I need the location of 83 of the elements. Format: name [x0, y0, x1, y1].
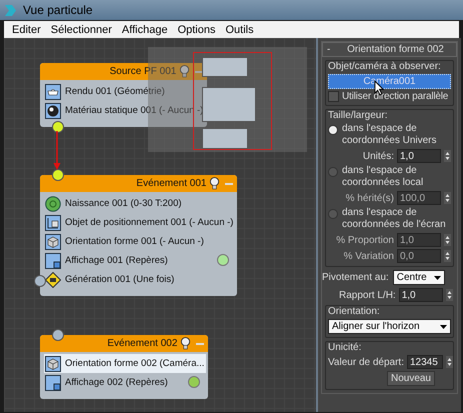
operator-row[interactable]: Objet de positionnement 001 (- Aucun -)	[44, 213, 236, 232]
display-icon	[45, 252, 61, 268]
radio-button[interactable]	[328, 125, 338, 135]
bulb-icon[interactable]	[180, 337, 192, 350]
spinner-icon[interactable]	[444, 150, 451, 162]
menu-item[interactable]: Outils	[220, 24, 259, 36]
spinner-icon[interactable]	[446, 289, 453, 301]
spinner-label: % Proportion	[336, 234, 394, 246]
operator-row[interactable]: Orientation forme 002 (Caméra...	[44, 354, 206, 373]
spinner-icon[interactable]	[444, 250, 451, 262]
checkbox-label: Utiliser direction parallèle	[342, 91, 448, 102]
dropdown[interactable]: Centre	[392, 270, 445, 285]
operator-row[interactable]: Affichage 002 (Repères)	[44, 373, 206, 392]
operator-label: Objet de positionnement 001 (- Aucun -)	[65, 217, 234, 228]
menu-item[interactable]: Sélectionner	[46, 24, 117, 36]
viewport-frame[interactable]	[193, 52, 272, 150]
operator-row[interactable]: Naissance 001 (0-30 T:200)	[44, 194, 236, 213]
new-button[interactable]: Nouveau	[386, 371, 435, 386]
number-field[interactable]: 1,0	[397, 149, 441, 163]
number-field[interactable]: 1,0	[398, 288, 443, 302]
operator-label: Orientation forme 002 (Caméra...	[65, 358, 204, 369]
operator-label: Rendu 001 (Géométrie)	[65, 86, 165, 97]
spinner-icon[interactable]	[446, 356, 453, 368]
window-title: Vue particule	[23, 3, 93, 17]
display-icon	[45, 374, 61, 390]
wire-arrow	[52, 131, 62, 171]
operator-label: Affichage 002 (Repères)	[65, 377, 168, 388]
operator-label: Affichage 001 (Repères)	[65, 255, 168, 266]
node-card[interactable]: Evénement 001 Naissance 001 (0-30 T:200) Objet de positionnement 001 (- Aucun -) Orientation forme 001 (- Aucun -) Affichage 001 (Repères) Génération 001 (Une fois)	[40, 175, 238, 296]
node-header[interactable]: Evénement 001	[40, 175, 238, 192]
group-label: Objet/caméra à observer:	[328, 61, 442, 72]
node-title: Evénement 001	[136, 178, 206, 189]
operator-label: Génération 001 (Une fois)	[65, 274, 174, 285]
radio-button[interactable]	[328, 167, 338, 177]
radio-label: dans l'espace de coordonnées local	[342, 165, 424, 189]
spinner-label: Unités:	[362, 150, 394, 162]
operator-row[interactable]: Orientation forme 001 (- Aucun -)	[44, 232, 236, 251]
rollout-title: Orientation forme 002	[346, 44, 445, 55]
dropdown[interactable]: Aligner sur l'horizon	[328, 319, 451, 334]
menu-item[interactable]: Editer	[7, 24, 46, 36]
operator-row[interactable]: Génération 001 (Une fois)	[44, 270, 236, 289]
dropdown-arrow-icon	[434, 276, 441, 280]
menu-item[interactable]: Affichage	[116, 24, 173, 36]
node-title: Evénement 002	[107, 338, 178, 349]
spinner-label: % Variation	[344, 250, 394, 262]
radio-label: dans l'espace de coordonnées Univers	[342, 123, 438, 147]
field-label: Pivotement au:	[322, 272, 389, 283]
node-header[interactable]: Evénement 002	[40, 335, 208, 352]
number-field[interactable]: 12345	[406, 355, 443, 369]
operator-label: Naissance 001 (0-30 T:200)	[65, 198, 182, 209]
group-label: Taille/largeur:	[328, 110, 388, 121]
cube-icon	[45, 234, 61, 250]
checkbox[interactable]	[328, 91, 339, 102]
node-thumbnail	[202, 57, 248, 77]
bulb-icon[interactable]	[209, 177, 220, 190]
position-icon	[45, 214, 61, 230]
operator-row[interactable]: Rendu 001 (Géométrie)	[44, 82, 206, 101]
spinner-icon[interactable]	[444, 234, 451, 246]
rollout-header[interactable]: - Orientation forme 002	[322, 42, 457, 57]
radio-label: dans l'espace de coordonnées de l'écran	[342, 207, 447, 231]
operator-row[interactable]: Affichage 001 (Repères)	[44, 251, 236, 270]
field-label: Rapport L/H:	[339, 290, 396, 300]
node-thumbnail	[202, 87, 256, 122]
spinner-label: % hérité(s)	[346, 192, 394, 204]
dropdown-arrow-icon	[440, 324, 447, 328]
output-port[interactable]	[34, 275, 46, 287]
radio-button[interactable]	[328, 209, 338, 219]
collapse-sign: -	[327, 44, 332, 55]
spinner-icon[interactable]	[444, 192, 451, 204]
app-icon	[3, 2, 18, 18]
field-label: Valeur de départ:	[328, 356, 404, 368]
menu-item[interactable]: Options	[172, 24, 220, 36]
input-port[interactable]	[52, 329, 64, 341]
diamond-icon	[45, 272, 61, 288]
input-port[interactable]	[52, 169, 64, 181]
node-card[interactable]: Evénement 002 Orientation forme 002 (Caméra... Affichage 002 (Repères)	[40, 335, 208, 399]
group-label: Orientation:	[328, 306, 381, 317]
sphere-icon	[45, 102, 61, 118]
cube-icon	[45, 356, 61, 372]
operator-label: Orientation forme 001 (- Aucun -)	[65, 236, 204, 247]
node-thumbnail	[202, 128, 248, 149]
ball-icon	[45, 196, 61, 212]
group-label: Unicité:	[328, 342, 362, 353]
